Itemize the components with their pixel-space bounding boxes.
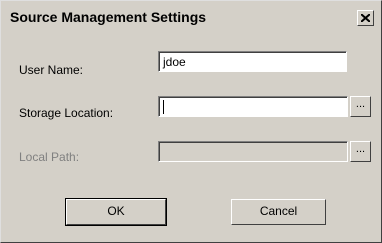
ok-button[interactable]: OK [65, 198, 167, 226]
local-path-label: Local Path: [19, 150, 80, 164]
source-management-dialog: Source Management Settings User Name: jd… [0, 0, 382, 243]
storage-location-label: Storage Location: [19, 106, 114, 120]
close-icon [361, 14, 370, 22]
text-caret [163, 100, 164, 114]
user-name-label: User Name: [19, 63, 84, 77]
user-name-value: jdoe [163, 55, 186, 69]
cancel-button[interactable]: Cancel [231, 199, 326, 225]
storage-location-input[interactable] [158, 96, 348, 117]
storage-location-browse-button[interactable]: ... [350, 96, 371, 117]
local-path-input[interactable] [158, 141, 348, 162]
local-path-browse-button[interactable]: ... [350, 141, 371, 162]
close-button[interactable] [357, 10, 374, 26]
dialog-title: Source Management Settings [10, 9, 207, 25]
user-name-input[interactable]: jdoe [158, 51, 347, 72]
title-bar[interactable]: Source Management Settings [5, 5, 377, 31]
